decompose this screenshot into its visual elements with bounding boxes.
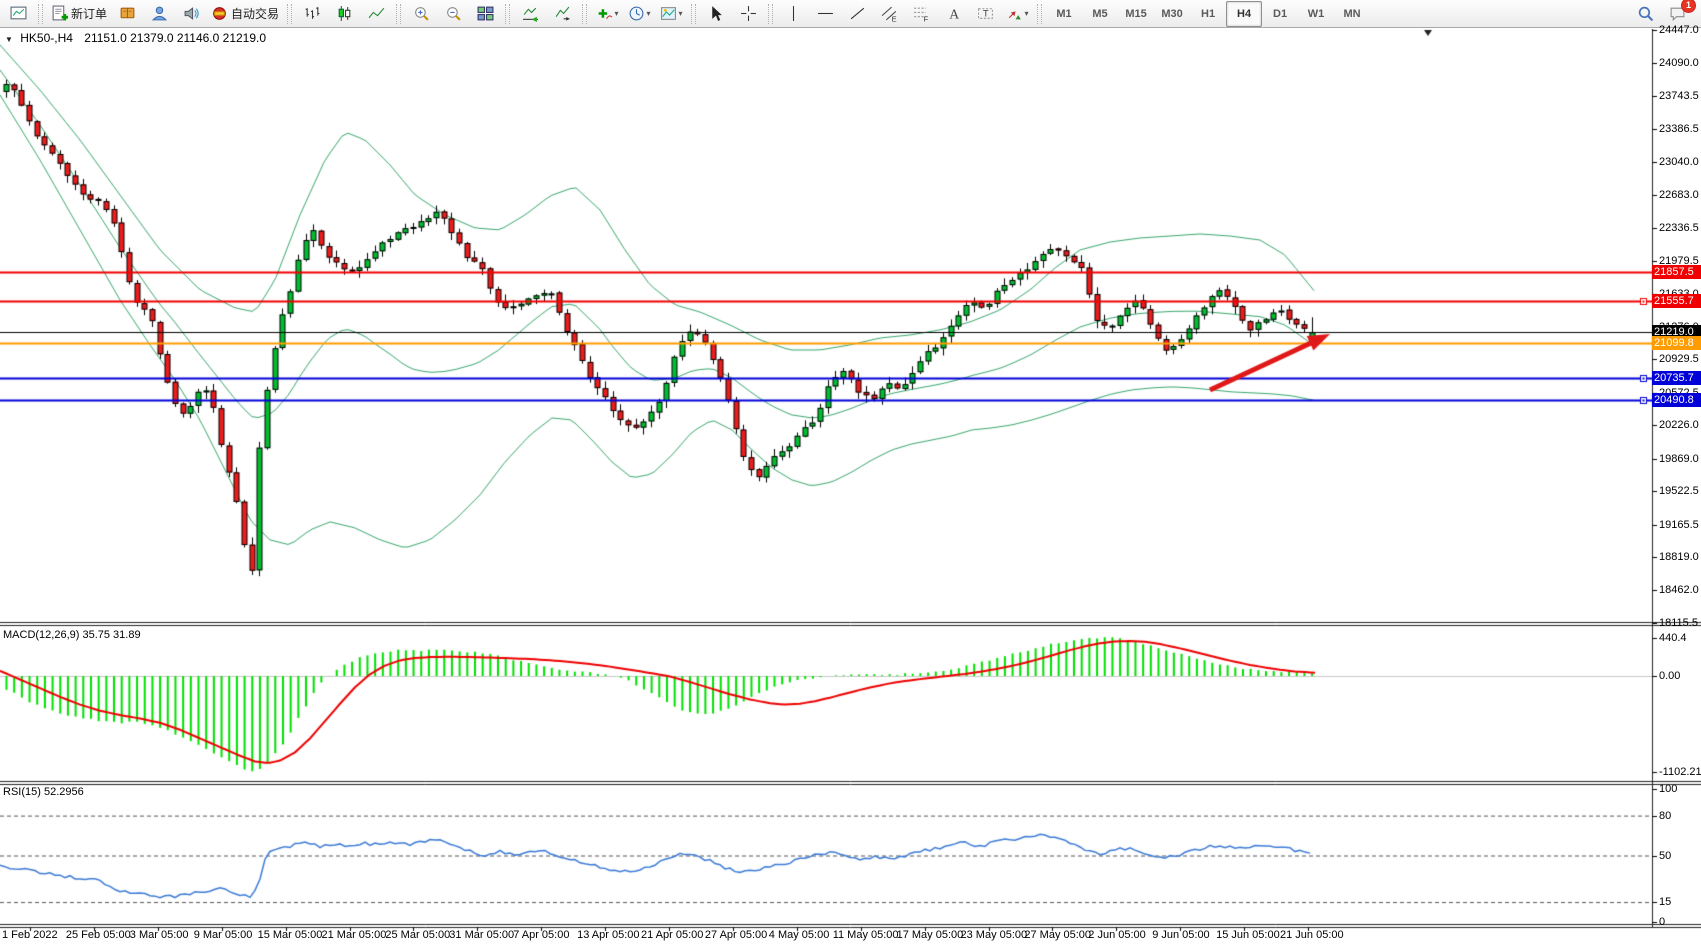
auto-scroll-icon	[522, 5, 539, 22]
notification-badge: 1	[1681, 0, 1696, 13]
vline-button[interactable]	[777, 1, 809, 27]
toolbar-separator	[505, 4, 510, 24]
zoom-in-icon	[413, 5, 430, 22]
autotrading-icon	[211, 5, 228, 22]
new-order-icon	[51, 5, 68, 22]
experts-button[interactable]	[143, 1, 175, 27]
cursor-icon	[708, 5, 725, 22]
crosshair-icon	[740, 5, 757, 22]
toolbar-separator	[38, 4, 43, 24]
chevron-down-icon[interactable]: ▾	[647, 9, 651, 18]
tile-windows-icon	[477, 5, 494, 22]
cursor-button[interactable]	[700, 1, 732, 27]
candles-button[interactable]	[328, 1, 360, 27]
periods-icon	[628, 5, 645, 22]
channel-icon: E	[881, 5, 898, 22]
templates-button[interactable]: ▾	[655, 1, 687, 27]
crosshair-button[interactable]	[732, 1, 764, 27]
auto-scroll-button[interactable]	[514, 1, 546, 27]
periods-button[interactable]: ▾	[623, 1, 655, 27]
hline-button[interactable]	[809, 1, 841, 27]
timeframe-m15-button[interactable]: M15	[1118, 1, 1154, 27]
timeframe-w1-button[interactable]: W1	[1298, 1, 1334, 27]
text-icon: A	[945, 5, 962, 22]
main-toolbar: 新订单 自动交易 ▾ ▾ ▾ E F A T ▾ M1M5M15M30H1H4D1W1MN 1	[0, 0, 1701, 28]
timeframe-m5-button[interactable]: M5	[1082, 1, 1118, 27]
timeframe-d1-button[interactable]: D1	[1262, 1, 1298, 27]
bars-icon	[304, 5, 321, 22]
arrows-icon	[1006, 5, 1023, 22]
chevron-down-icon[interactable]: ▾	[615, 9, 619, 18]
trendline-button[interactable]	[841, 1, 873, 27]
svg-text:E: E	[891, 14, 896, 22]
channel-button[interactable]: E	[873, 1, 905, 27]
zoom-in-button[interactable]	[405, 1, 437, 27]
chevron-down-icon[interactable]: ▾	[679, 9, 683, 18]
toolbar-separator	[691, 4, 696, 24]
history-icon	[119, 5, 136, 22]
text-button[interactable]: A	[937, 1, 969, 27]
search-icon	[1637, 5, 1654, 22]
chart-canvas[interactable]	[0, 29, 1701, 945]
trading-platform-window: 新订单自动交易▾▾▾EFAT▾M1M5M15M30H1H4D1W1MN1 ▼ H…	[0, 0, 1701, 945]
timeframe-h4-button[interactable]: H4	[1226, 1, 1262, 27]
sound-button[interactable]	[175, 1, 207, 27]
chart-shift-button[interactable]	[546, 1, 578, 27]
notifications-button[interactable]: 1	[1661, 1, 1693, 27]
trendline-icon	[849, 5, 866, 22]
bars-button[interactable]	[296, 1, 328, 27]
indicators-icon	[596, 5, 613, 22]
zoom-out-icon	[445, 5, 462, 22]
toolbar-right-group: 1	[1629, 1, 1693, 27]
arrows-button[interactable]: ▾	[1001, 1, 1033, 27]
fibonacci-icon: F	[913, 5, 930, 22]
new-order-button[interactable]: 新订单	[47, 1, 111, 27]
timeframe-m30-button[interactable]: M30	[1154, 1, 1190, 27]
chart-window-button[interactable]	[2, 1, 34, 27]
experts-icon	[151, 5, 168, 22]
timeframe-m1-button[interactable]: M1	[1046, 1, 1082, 27]
toolbar-separator	[396, 4, 401, 24]
tile-windows-button[interactable]	[469, 1, 501, 27]
toolbar-separator	[582, 4, 587, 24]
svg-text:A: A	[949, 6, 959, 21]
chevron-down-icon[interactable]: ▾	[1025, 9, 1029, 18]
hline-icon	[817, 5, 834, 22]
zoom-out-button[interactable]	[437, 1, 469, 27]
autotrading-label: 自动交易	[231, 5, 279, 22]
search-button[interactable]	[1629, 1, 1661, 27]
line-button[interactable]	[360, 1, 392, 27]
templates-icon	[660, 5, 677, 22]
label-button[interactable]: T	[969, 1, 1001, 27]
toolbar-separator	[287, 4, 292, 24]
indicators-button[interactable]: ▾	[591, 1, 623, 27]
toolbar-separator	[768, 4, 773, 24]
fibonacci-button[interactable]: F	[905, 1, 937, 27]
sound-icon	[183, 5, 200, 22]
vline-icon	[785, 5, 802, 22]
timeframe-h1-button[interactable]: H1	[1190, 1, 1226, 27]
new-order-label: 新订单	[71, 5, 107, 22]
svg-text:T: T	[982, 9, 988, 20]
history-button[interactable]	[111, 1, 143, 27]
chart-window-icon	[10, 5, 27, 22]
label-icon: T	[977, 5, 994, 22]
chart-shift-icon	[554, 5, 571, 22]
line-icon	[368, 5, 385, 22]
toolbar-separator	[1037, 4, 1042, 24]
autotrading-button[interactable]: 自动交易	[207, 1, 283, 27]
candles-icon	[336, 5, 353, 22]
svg-text:F: F	[923, 14, 928, 22]
timeframe-mn-button[interactable]: MN	[1334, 1, 1370, 27]
